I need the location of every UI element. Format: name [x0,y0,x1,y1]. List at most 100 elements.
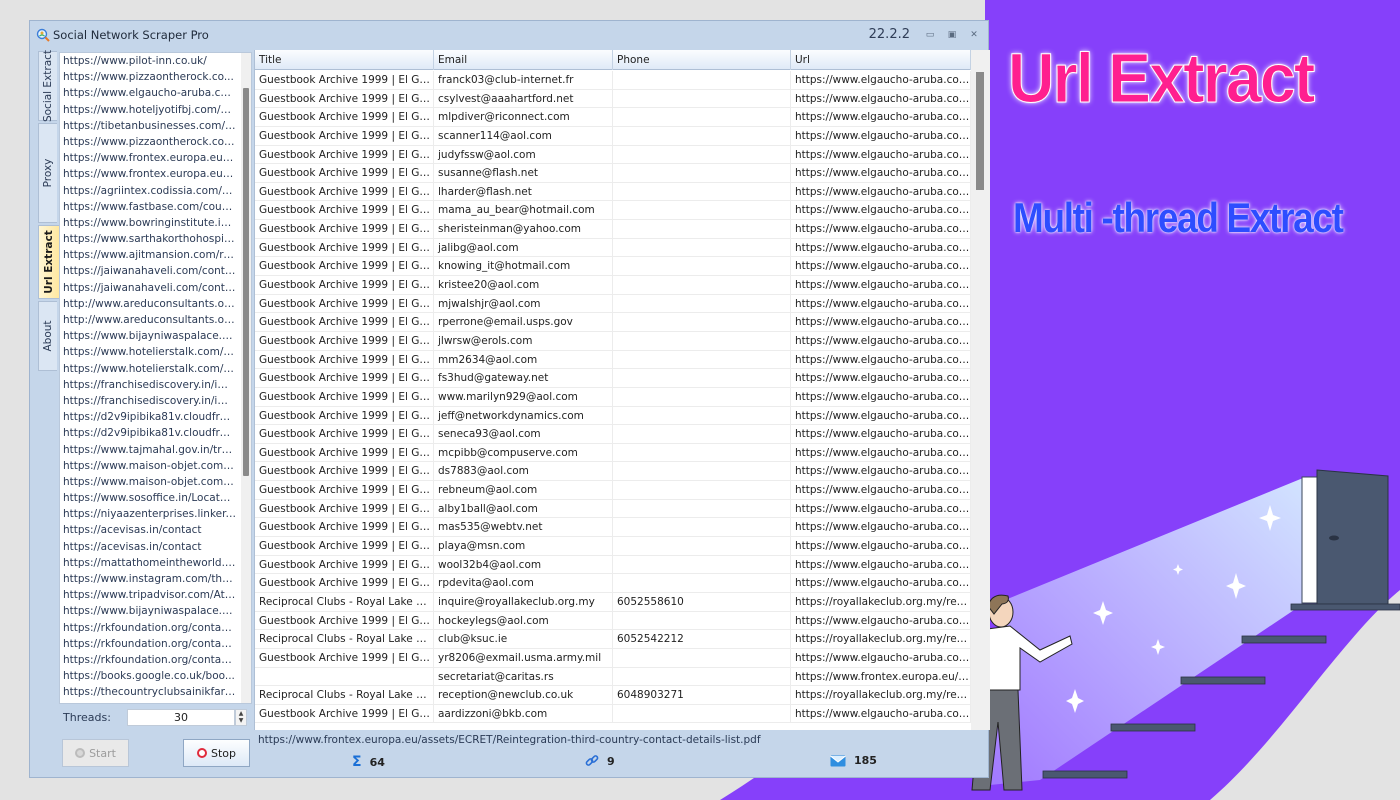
table-row[interactable]: Guestbook Archive 1999 | El Gauc... rpdev… [255,574,971,593]
table-row[interactable]: Guestbook Archive 1999 | El Gauc... jlwrs… [255,331,971,351]
column-header-email[interactable]: Email [434,50,613,70]
url-list-item[interactable]: https://www.sarthakorthohospit... [60,231,236,247]
tab-social-extract[interactable]: Social Extract [38,50,57,122]
grid-scroll-thumb[interactable] [976,72,984,190]
url-list-item[interactable]: https://www.ajitmansion.com/re... [60,247,236,263]
tab-about[interactable]: About [38,301,57,371]
close-button[interactable]: ✕ [968,29,980,41]
url-list-item[interactable]: https://rkfoundation.org/contact... [60,620,236,636]
url-list-item[interactable]: http://www.areduconsultants.or... [60,312,236,328]
table-row[interactable]: Guestbook Archive 1999 | El Gauc... ds788… [255,462,971,482]
table-row[interactable]: secretariat@caritas.rs https://www.fronte… [255,667,971,687]
cell-email: club@ksuc.ie [434,630,613,648]
table-row[interactable]: Guestbook Archive 1999 | El Gauc... mjwal… [255,294,971,314]
table-row[interactable]: Guestbook Archive 1999 | El Gauc... franc… [255,71,971,90]
url-list-item[interactable]: https://www.maison-objet.com/... [60,474,236,490]
results-grid[interactable]: Title Email Phone Url Guestbook Archive … [254,50,990,730]
threads-spinner[interactable]: ▲ ▼ [235,709,247,726]
cell-phone [613,537,791,555]
url-list-item[interactable]: https://www.pizzaontherock.com/ [60,134,236,150]
start-button[interactable]: Start [62,739,129,767]
table-row[interactable]: Guestbook Archive 1999 | El Gauc... mm263… [255,350,971,370]
url-list-item[interactable]: https://www.bijayniwaspalace.co... [60,603,236,619]
url-list-item[interactable]: https://www.maison-objet.com/... [60,458,236,474]
table-row[interactable]: Guestbook Archive 1999 | El Gauc... mas53… [255,518,971,538]
url-list-item[interactable]: https://www.elgaucho-aruba.co... [60,85,236,101]
table-row[interactable]: Guestbook Archive 1999 | El Gauc... lhard… [255,182,971,202]
url-list-item[interactable]: https://www.pilot-inn.co.uk/ [60,53,236,69]
url-list-item[interactable]: https://d2v9ipibika81v.cloudfron... [60,425,236,441]
url-list-item[interactable]: https://www.hoteljyotifbj.com/sa... [60,102,236,118]
table-row[interactable]: Guestbook Archive 1999 | El Gauc... hocke… [255,611,971,631]
tab-proxy[interactable]: Proxy [38,123,57,223]
url-list-item[interactable]: https://rkfoundation.org/contact... [60,652,236,668]
url-list[interactable]: https://www.pilot-inn.co.uk/https://www.… [59,52,252,704]
table-row[interactable]: Reciprocal Clubs - Royal Lake Clu... rece… [255,686,971,705]
stop-button[interactable]: Stop [183,739,250,767]
url-list-scroll-thumb[interactable] [243,88,249,476]
url-list-scrollbar[interactable] [241,53,251,703]
column-header-title[interactable]: Title [255,50,434,70]
table-row[interactable]: Guestbook Archive 1999 | El Gauc... jalib… [255,238,971,258]
url-list-item[interactable]: https://www.tripadvisor.com/Att... [60,587,236,603]
url-list-item[interactable]: https://jaiwanahaveli.com/conta... [60,280,236,296]
magnifier-app-icon [36,28,50,42]
table-row[interactable]: Guestbook Archive 1999 | El Gauc... aardi… [255,704,971,724]
table-row[interactable]: Guestbook Archive 1999 | El Gauc... knowi… [255,257,971,277]
table-row[interactable]: Guestbook Archive 1999 | El Gauc... susan… [255,164,971,183]
column-header-url[interactable]: Url [791,50,971,70]
tab-url-extract[interactable]: Url Extract [38,225,59,299]
url-list-item[interactable]: https://franchisediscovery.in/im... [60,377,236,393]
minimize-button[interactable]: ▭ [924,29,936,41]
url-list-item[interactable]: https://franchisediscovery.in/im... [60,393,236,409]
url-list-item[interactable]: https://mattathomeintheworld.c... [60,555,236,571]
url-list-item[interactable]: https://tibetanbusinesses.com/in... [60,118,236,134]
table-row[interactable]: Guestbook Archive 1999 | El Gauc... rebne… [255,481,971,500]
url-list-item[interactable]: https://www.hotelierstalk.com/i... [60,344,236,360]
table-row[interactable]: Guestbook Archive 1999 | El Gauc... jeff@… [255,406,971,426]
url-list-item[interactable]: https://acevisas.in/contact [60,522,236,538]
table-row[interactable]: Guestbook Archive 1999 | El Gauc... sheri… [255,220,971,239]
grid-scrollbar[interactable] [971,50,990,730]
column-header-phone[interactable]: Phone [613,50,791,70]
url-list-item[interactable]: https://rkfoundation.org/contact... [60,636,236,652]
table-row[interactable]: Guestbook Archive 1999 | El Gauc... csylv… [255,89,971,109]
table-row[interactable]: Guestbook Archive 1999 | El Gauc... wool3… [255,555,971,575]
url-list-item[interactable]: https://www.bowringinstitute.in/... [60,215,236,231]
table-row[interactable]: Guestbook Archive 1999 | El Gauc... mcpib… [255,443,971,463]
url-list-item[interactable]: https://www.instagram.com/thec... [60,571,236,587]
url-list-item[interactable]: https://www.sosoffice.in/Locate-... [60,490,236,506]
url-list-item[interactable]: https://books.google.co.uk/boo... [60,668,236,684]
url-list-item[interactable]: https://www.bijayniwaspalace.co... [60,328,236,344]
table-row[interactable]: Reciprocal Clubs - Royal Lake Clu... club… [255,630,971,649]
table-row[interactable]: Guestbook Archive 1999 | El Gauc... rperr… [255,313,971,332]
table-row[interactable]: Guestbook Archive 1999 | El Gauc... www.m… [255,387,971,407]
table-row[interactable]: Guestbook Archive 1999 | El Gauc... yr820… [255,648,971,668]
threads-input[interactable]: 30 [127,709,235,726]
table-row[interactable]: Guestbook Archive 1999 | El Gauc... alby1… [255,499,971,519]
table-row[interactable]: Guestbook Archive 1999 | El Gauc... judyf… [255,145,971,165]
url-list-item[interactable]: https://www.tajmahal.gov.in/trav... [60,442,236,458]
table-row[interactable]: Guestbook Archive 1999 | El Gauc... krist… [255,276,971,295]
url-list-item[interactable]: https://agriintex.codissia.com/ca... [60,183,236,199]
url-list-item[interactable]: https://acevisas.in/contact [60,539,236,555]
table-row[interactable]: Guestbook Archive 1999 | El Gauc... playa… [255,537,971,556]
version-label: 22.2.2 [868,27,910,42]
table-row[interactable]: Guestbook Archive 1999 | El Gauc... scann… [255,126,971,146]
url-list-item[interactable]: https://jaiwanahaveli.com/conta... [60,263,236,279]
table-row[interactable]: Guestbook Archive 1999 | El Gauc... mlpdi… [255,108,971,127]
table-row[interactable]: Reciprocal Clubs - Royal Lake Clu... inqu… [255,592,971,612]
maximize-button[interactable]: ▣ [946,29,958,41]
url-list-item[interactable]: https://www.hotelierstalk.com/i... [60,361,236,377]
url-list-item[interactable]: http://www.areduconsultants.or... [60,296,236,312]
url-list-item[interactable]: https://niyaazenterprises.linker.s... [60,506,236,522]
url-list-item[interactable]: https://d2v9ipibika81v.cloudfron... [60,409,236,425]
table-row[interactable]: Guestbook Archive 1999 | El Gauc... fs3hu… [255,369,971,388]
table-row[interactable]: Guestbook Archive 1999 | El Gauc... mama_… [255,201,971,221]
table-row[interactable]: Guestbook Archive 1999 | El Gauc... senec… [255,425,971,444]
url-list-item[interactable]: https://www.frontex.europa.eu/a... [60,150,236,166]
url-list-item[interactable]: https://www.fastbase.com/count... [60,199,236,215]
url-list-item[interactable]: https://thecountryclubsainikfarm... [60,684,236,700]
url-list-item[interactable]: https://www.frontex.europa.eu/a... [60,166,236,182]
url-list-item[interactable]: https://www.pizzaontherock.co... [60,69,236,85]
